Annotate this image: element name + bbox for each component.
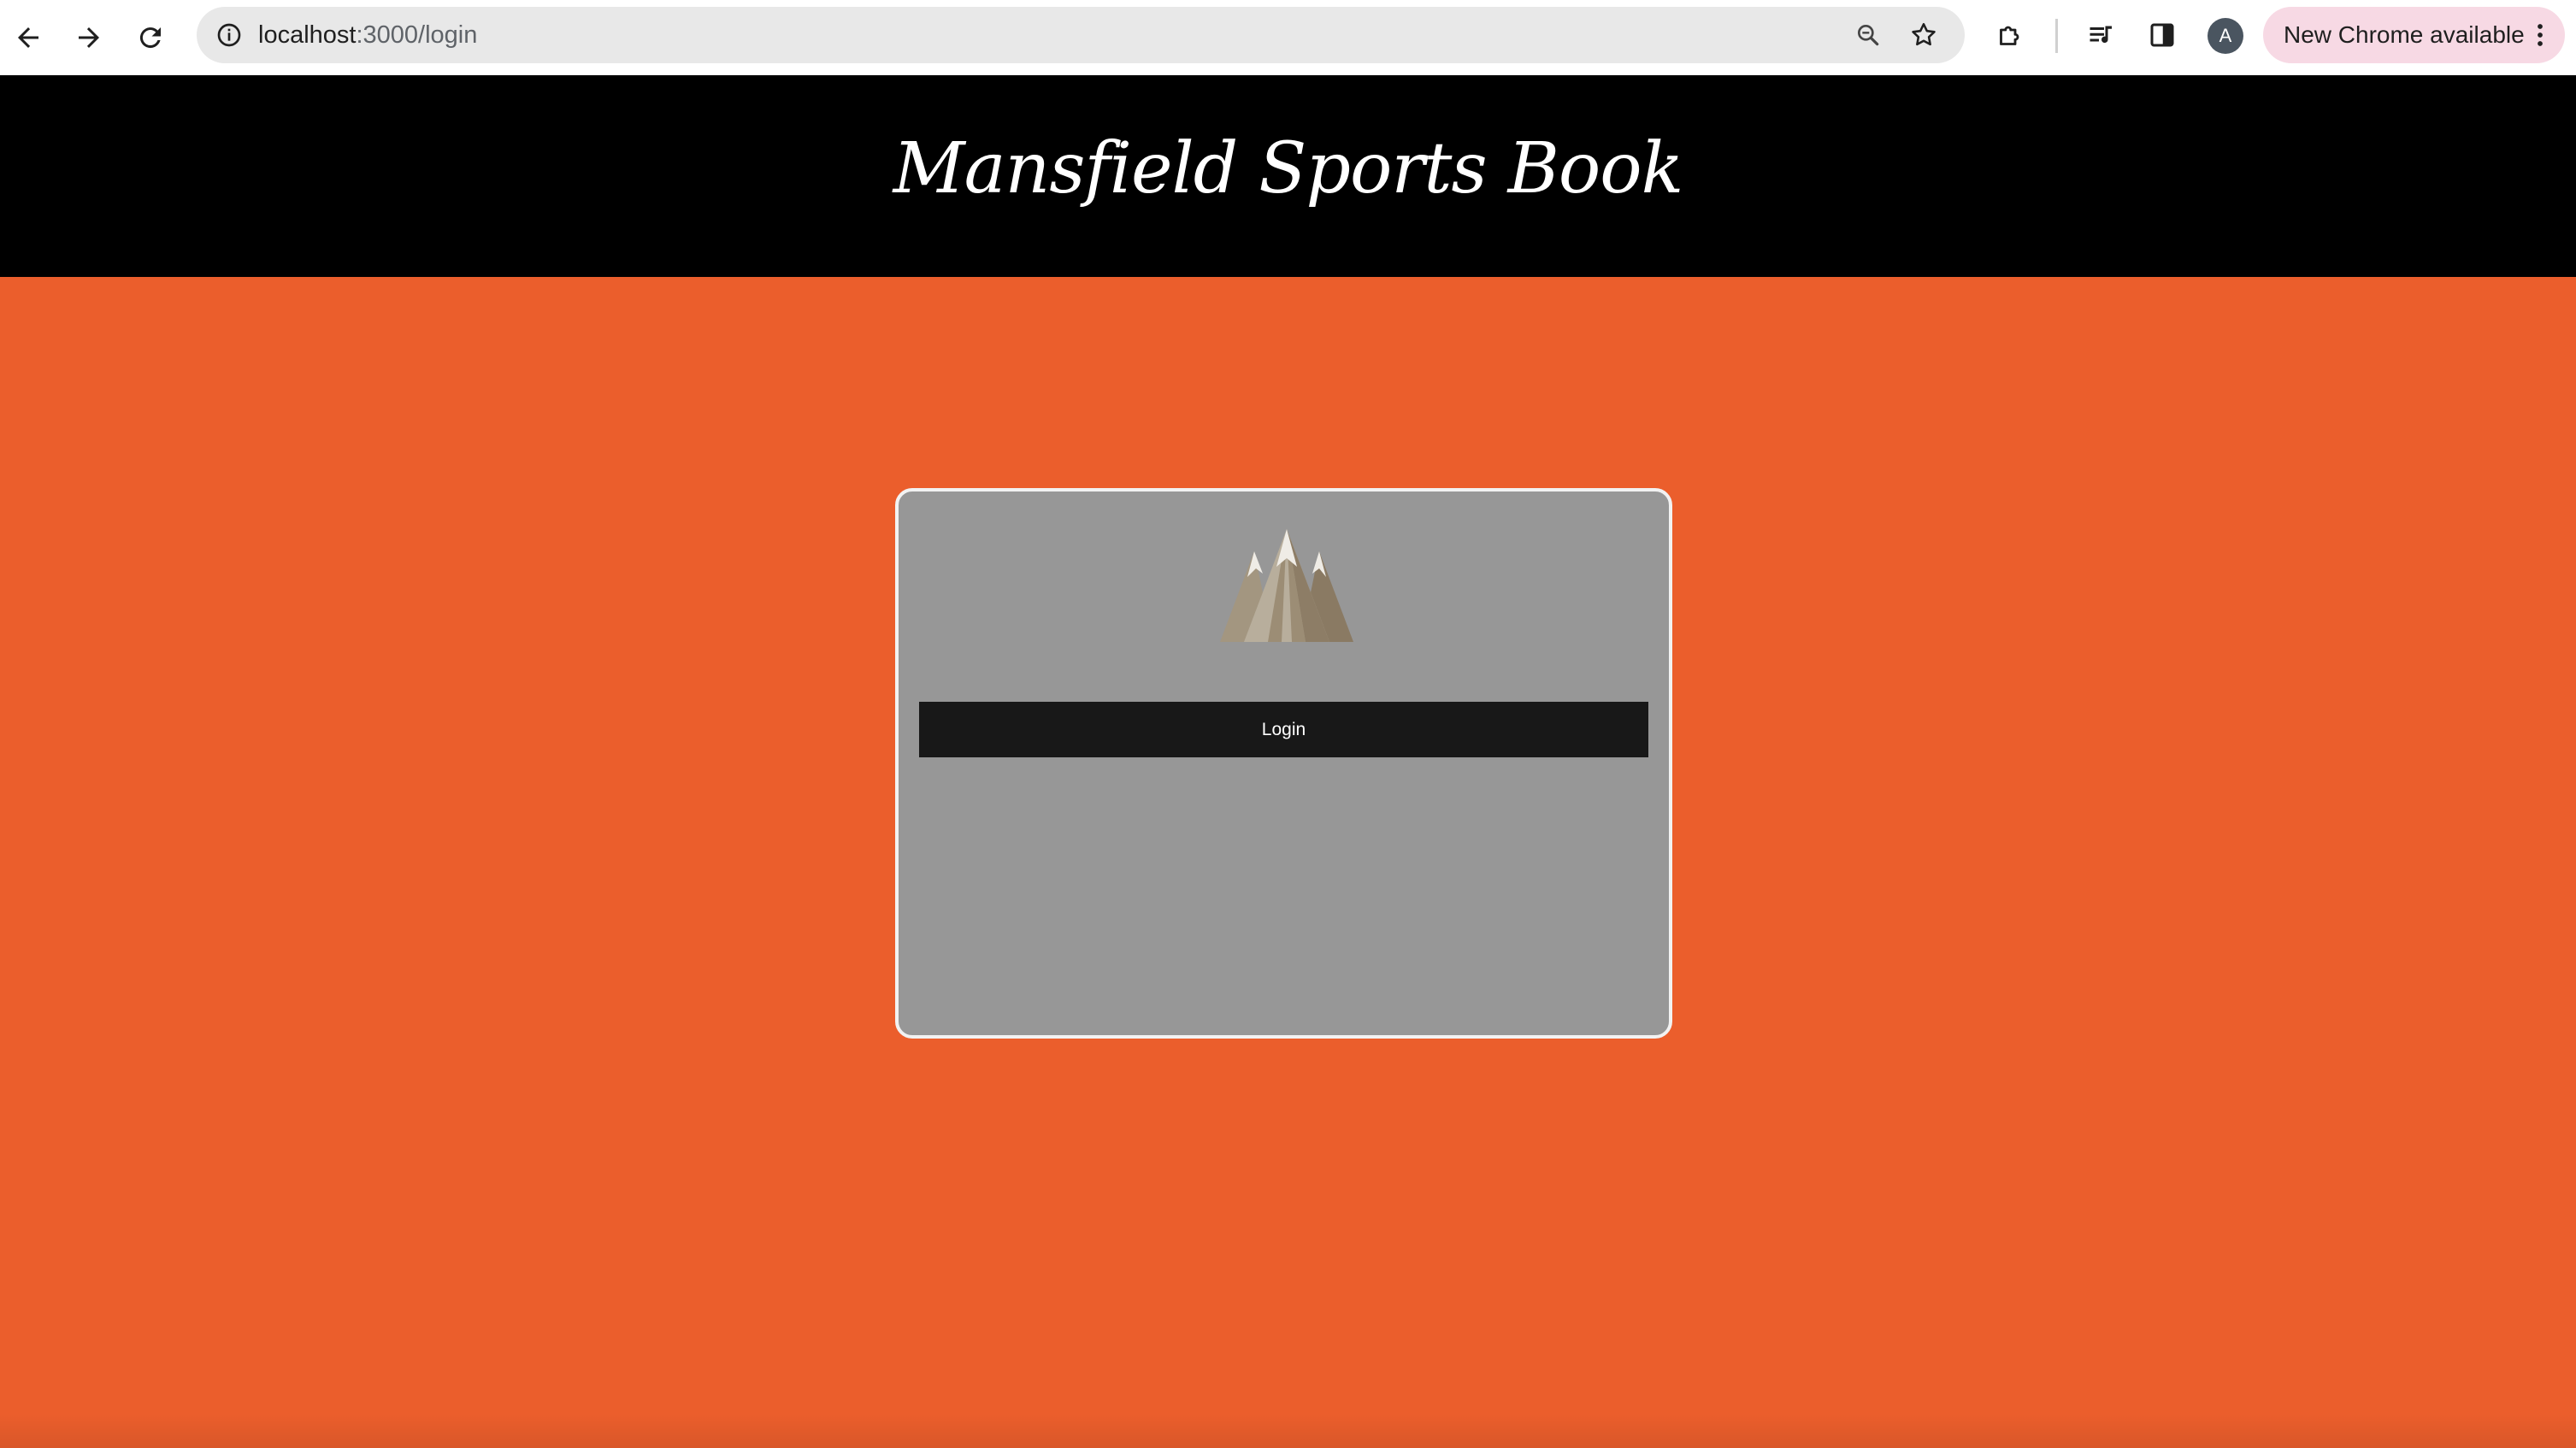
media-queue-icon[interactable] [2081,15,2122,56]
star-icon[interactable] [1907,18,1941,52]
login-button[interactable]: Login [919,702,1648,757]
kebab-menu-icon[interactable] [2527,18,2553,52]
mountain-logo [1220,529,1353,642]
address-bar[interactable]: localhost:3000/login [197,7,1965,63]
url-text[interactable]: localhost:3000/login [258,7,477,63]
bottom-shadow [0,1414,2576,1448]
login-card: Login [895,488,1672,1039]
back-arrow-icon [18,27,38,48]
reload-button[interactable] [127,14,174,62]
profile-avatar[interactable]: A [2208,18,2243,54]
info-icon[interactable] [212,18,246,52]
site-header: Mansfield Sports Book [0,75,2576,277]
forward-arrow-icon [79,27,99,48]
site-title: Mansfield Sports Book [893,128,1684,209]
zoom-icon[interactable] [1851,18,1885,52]
forward-button[interactable] [65,14,113,62]
reload-icon [139,27,161,49]
toolbar-divider [2055,19,2058,53]
update-chrome-label: New Chrome available [2284,21,2525,48]
side-panel-icon[interactable] [2142,15,2183,56]
url-host: localhost [258,21,357,49]
puzzle-icon[interactable] [1989,15,2031,56]
browser-toolbar: localhost:3000/login A New Chrome availa… [0,0,2576,75]
update-chrome-button[interactable]: New Chrome available [2263,7,2565,63]
url-path: :3000/login [356,21,478,49]
back-button[interactable] [4,14,52,62]
